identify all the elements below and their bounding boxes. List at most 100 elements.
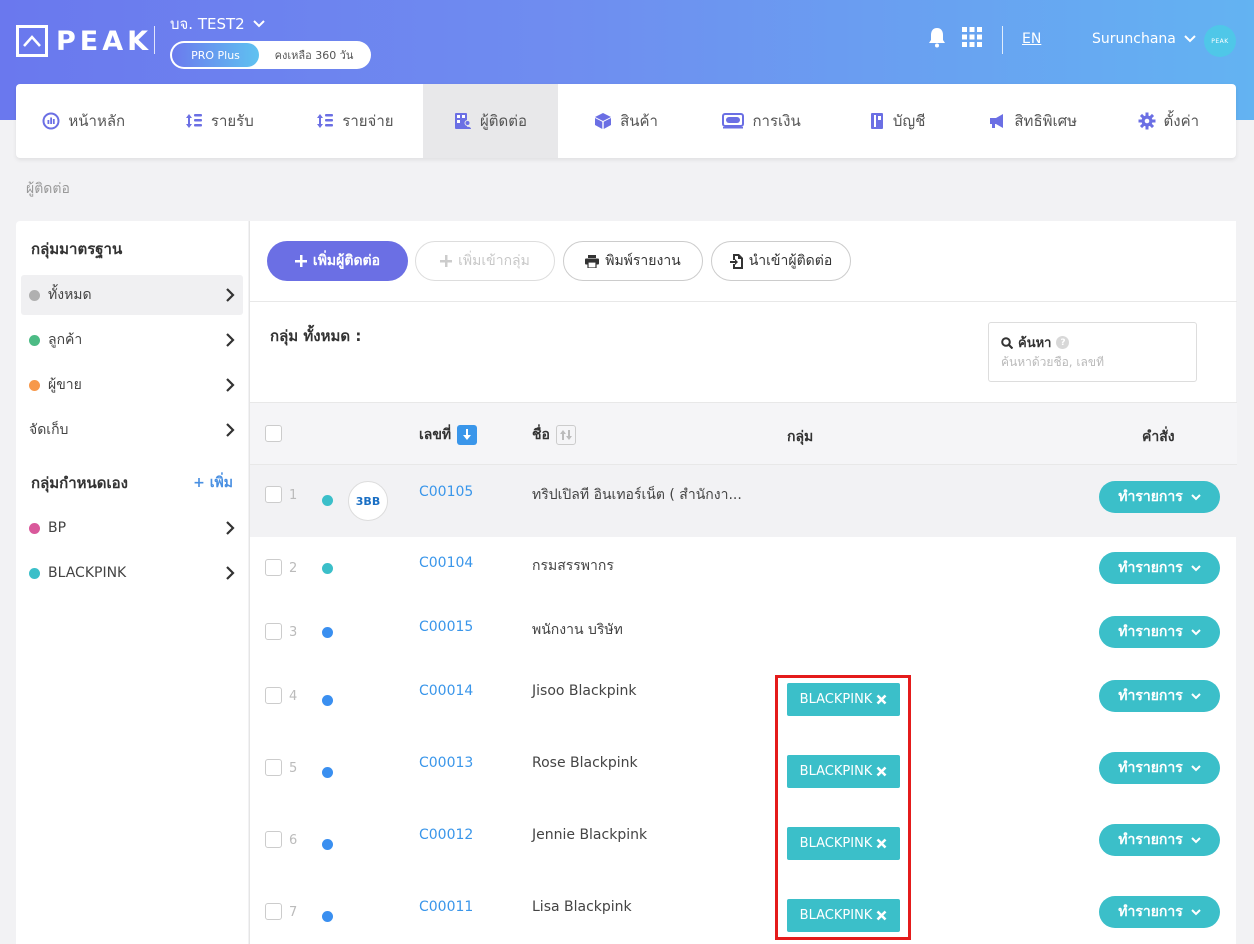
contact-name: Jennie Blackpink bbox=[532, 827, 648, 843]
contact-code-link[interactable]: C00012 bbox=[419, 827, 473, 843]
contact-code-link[interactable]: C00013 bbox=[419, 755, 473, 771]
avatar[interactable]: PEAK bbox=[1204, 25, 1236, 57]
sidebar-item-bp[interactable]: BP bbox=[21, 508, 243, 548]
row-checkbox[interactable] bbox=[265, 903, 282, 920]
contact-code-link[interactable]: C00015 bbox=[419, 619, 473, 635]
tab-label: การเงิน bbox=[752, 112, 801, 130]
action-dropdown-button[interactable]: ทำรายการ bbox=[1099, 896, 1220, 928]
table-header: เลขที่ ชื่อ กลุ่ม คำสั่ง bbox=[250, 402, 1237, 465]
help-icon[interactable]: ? bbox=[1056, 336, 1070, 349]
row-index: 5 bbox=[289, 761, 298, 776]
apps-grid-icon[interactable] bbox=[961, 26, 983, 48]
button-label: พิมพ์รายงาน bbox=[605, 253, 681, 269]
bell-icon[interactable] bbox=[926, 26, 948, 48]
sidebar-item-archived[interactable]: จัดเก็บ bbox=[21, 410, 243, 450]
add-group-button[interactable]: + เพิ่ม bbox=[193, 472, 233, 494]
column-header-name[interactable]: ชื่อ bbox=[532, 424, 576, 446]
logo-text: 3BB bbox=[355, 494, 381, 508]
contact-code-link[interactable]: C00105 bbox=[419, 484, 473, 500]
tab-contacts[interactable]: ผู้ติดต่อ bbox=[422, 84, 559, 158]
import-contacts-button[interactable]: นำเข้าผู้ติดต่อ bbox=[711, 241, 851, 281]
tab-settings[interactable]: ตั้งค่า bbox=[1101, 84, 1237, 158]
action-dropdown-button[interactable]: ทำรายการ bbox=[1099, 824, 1220, 856]
add-contact-button[interactable]: เพิ่มผู้ติดต่อ bbox=[267, 241, 408, 281]
sidebar-item-blackpink[interactable]: BLACKPINK bbox=[21, 553, 243, 593]
status-dot bbox=[322, 911, 333, 922]
tab-income[interactable]: รายรับ bbox=[152, 84, 288, 158]
plan-days-remaining: คงเหลือ 360 วัน bbox=[274, 49, 354, 62]
sidebar-item-customers[interactable]: ลูกค้า bbox=[21, 320, 243, 360]
button-label: เพิ่มผู้ติดต่อ bbox=[312, 253, 381, 269]
button-label: ทำรายการ bbox=[1118, 688, 1183, 704]
action-dropdown-button[interactable]: ทำรายการ bbox=[1099, 481, 1220, 513]
table-row[interactable]: 1 3BB C00105 ทริปเปิลที อินเทอร์เน็ต ( ส… bbox=[250, 465, 1237, 537]
header-label: เลขที่ bbox=[419, 427, 452, 443]
tab-products[interactable]: สินค้า bbox=[558, 84, 694, 158]
breadcrumb[interactable]: ผู้ติดต่อ bbox=[26, 178, 70, 200]
action-dropdown-button[interactable]: ทำรายการ bbox=[1099, 680, 1220, 712]
table-row[interactable]: 5 C00013 Rose Blackpink BLACKPINK ทำรายก… bbox=[250, 737, 1237, 809]
chevron-down-icon bbox=[1184, 35, 1196, 43]
peak-logo[interactable]: PEAK bbox=[16, 24, 152, 58]
company-selector[interactable]: บจ. TEST2 bbox=[170, 12, 265, 36]
header-label: ชื่อ bbox=[532, 427, 550, 443]
tab-expense[interactable]: รายจ่าย bbox=[287, 84, 423, 158]
row-checkbox[interactable] bbox=[265, 759, 282, 776]
chevron-right-icon bbox=[226, 566, 235, 580]
row-index: 4 bbox=[289, 689, 298, 704]
contact-code-link[interactable]: C00014 bbox=[419, 683, 473, 699]
tab-label: สินค้า bbox=[620, 112, 658, 130]
button-label: นำเข้าผู้ติดต่อ bbox=[748, 253, 833, 269]
table-row[interactable]: 2 C00104 กรมสรรพากร ทำรายการ bbox=[250, 537, 1237, 601]
sort-icon[interactable] bbox=[555, 425, 576, 445]
language-toggle[interactable]: EN bbox=[1022, 31, 1041, 47]
action-dropdown-button[interactable]: ทำรายการ bbox=[1099, 752, 1220, 784]
book-icon bbox=[870, 113, 883, 129]
search-input[interactable] bbox=[1001, 355, 1186, 369]
row-index: 3 bbox=[289, 625, 298, 640]
user-menu[interactable]: Surunchana bbox=[1092, 31, 1196, 47]
group-color-dot bbox=[29, 289, 40, 301]
chevron-down-icon bbox=[1191, 564, 1201, 571]
tab-privileges[interactable]: สิทธิพิเศษ bbox=[965, 84, 1101, 158]
contact-code-link[interactable]: C00104 bbox=[419, 555, 473, 571]
contact-code-link[interactable]: C00011 bbox=[419, 899, 473, 915]
custom-groups-heading: กลุ่มกำหนดเอง bbox=[31, 474, 129, 492]
table-row[interactable]: 7 C00011 Lisa Blackpink BLACKPINK ทำรายก… bbox=[250, 881, 1237, 944]
plan-pill[interactable]: PRO Plus คงเหลือ 360 วัน bbox=[170, 41, 371, 69]
chevron-right-icon bbox=[226, 423, 235, 437]
table-row[interactable]: 3 C00015 พนักงาน บริษัท ทำรายการ bbox=[250, 601, 1237, 665]
chevron-down-icon bbox=[1191, 692, 1201, 699]
search-box: ค้นหา ? bbox=[988, 322, 1197, 382]
chevron-down-icon bbox=[1191, 764, 1201, 771]
chevron-right-icon bbox=[226, 333, 235, 347]
status-dot bbox=[322, 767, 333, 778]
row-checkbox[interactable] bbox=[265, 687, 282, 704]
column-header-code[interactable]: เลขที่ bbox=[419, 424, 478, 446]
button-label: ทำรายการ bbox=[1118, 489, 1183, 505]
tab-home[interactable]: หน้าหลัก bbox=[16, 84, 152, 158]
row-checkbox[interactable] bbox=[265, 486, 282, 503]
table-row[interactable]: 4 C00014 Jisoo Blackpink BLACKPINK ทำราย… bbox=[250, 665, 1237, 737]
row-checkbox[interactable] bbox=[265, 831, 282, 848]
table-row[interactable]: 6 C00012 Jennie Blackpink BLACKPINK ทำรา… bbox=[250, 809, 1237, 881]
logo-mark-icon bbox=[16, 25, 48, 57]
row-checkbox[interactable] bbox=[265, 559, 282, 576]
select-all-checkbox[interactable] bbox=[265, 425, 282, 442]
row-index: 2 bbox=[289, 561, 298, 576]
tab-label: สิทธิพิเศษ bbox=[1014, 112, 1078, 130]
sidebar-item-all[interactable]: ทั้งหมด bbox=[21, 275, 243, 315]
sidebar-item-vendors[interactable]: ผู้ขาย bbox=[21, 365, 243, 405]
contact-name: กรมสรรพากร bbox=[532, 558, 614, 574]
row-checkbox[interactable] bbox=[265, 623, 282, 640]
tab-accounting[interactable]: บัญชี bbox=[829, 84, 965, 158]
sort-down-icon[interactable] bbox=[457, 425, 478, 445]
print-report-button[interactable]: พิมพ์รายงาน bbox=[563, 241, 703, 281]
action-dropdown-button[interactable]: ทำรายการ bbox=[1099, 616, 1220, 648]
tab-finance[interactable]: การเงิน bbox=[694, 84, 830, 158]
contacts-panel: เพิ่มผู้ติดต่อ เพิ่มเข้ากลุ่ม พิมพ์รายงา… bbox=[249, 221, 1237, 944]
main-nav: หน้าหลัก รายรับ รายจ่าย ผู้ติดต่อ สินค้า… bbox=[16, 84, 1236, 158]
add-to-group-button[interactable]: เพิ่มเข้ากลุ่ม bbox=[415, 241, 555, 281]
group-color-dot bbox=[29, 522, 40, 534]
action-dropdown-button[interactable]: ทำรายการ bbox=[1099, 552, 1220, 584]
